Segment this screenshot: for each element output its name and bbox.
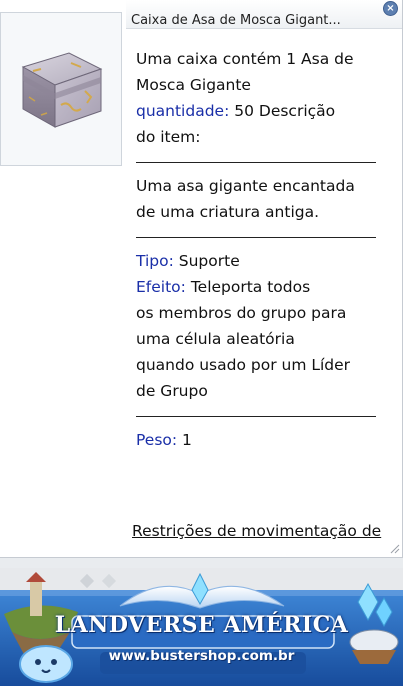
weight-label: Peso: (136, 431, 178, 449)
type-label: Tipo: (136, 252, 174, 270)
quantity-label: quantidade: (136, 102, 230, 120)
effect-label: Efeito: (136, 278, 186, 296)
resize-grip-icon[interactable] (388, 542, 400, 554)
gift-box-icon (21, 52, 103, 128)
promo-banner[interactable]: LANDVERSE AMÉRICA www.bustershop.com.br (0, 568, 403, 686)
effect-line: os membros do grupo para (136, 304, 347, 322)
item-description: Uma caixa contém 1 Asa de Mosca Gigante … (136, 46, 386, 453)
quantity-row: quantidade: 50 Descrição (136, 98, 386, 124)
item-info-window: Caixa de Asa de Mosca Gigant... × Uma ca… (0, 0, 403, 558)
banner-url[interactable]: www.bustershop.com.br (0, 648, 403, 664)
divider (136, 237, 376, 238)
effect-line: quando usado por um Líder (136, 356, 351, 374)
divider (136, 162, 376, 163)
effect-row: Efeito: Teleporta todos (136, 274, 386, 300)
window-titlebar[interactable]: Caixa de Asa de Mosca Gigant... × (126, 0, 402, 29)
close-icon[interactable]: × (383, 1, 398, 16)
restrictions-link[interactable]: Restrições de movimentação de (132, 522, 381, 540)
effect-line: de Grupo (136, 382, 208, 400)
type-row: Tipo: Suporte (136, 248, 386, 274)
window-title: Caixa de Asa de Mosca Gigant... (131, 13, 341, 28)
effect-value: Teleporta todos (185, 278, 311, 296)
description-line: do item: (136, 128, 201, 146)
item-icon-panel (0, 12, 122, 166)
divider (136, 416, 376, 417)
flavor-line: Uma asa gigante encantada (136, 177, 355, 195)
quantity-text: 50 Descrição (229, 102, 336, 120)
flavor-line: de uma criatura antiga. (136, 203, 320, 221)
effect-line: uma célula aleatória (136, 330, 295, 348)
description-line: Mosca Gigante (136, 76, 251, 94)
type-value: Suporte (173, 252, 240, 270)
weight-value: 1 (177, 431, 192, 449)
banner-title: LANDVERSE AMÉRICA (54, 612, 349, 638)
description-line: Uma caixa contém 1 Asa de (136, 50, 354, 68)
weight-row: Peso: 1 (136, 427, 386, 453)
